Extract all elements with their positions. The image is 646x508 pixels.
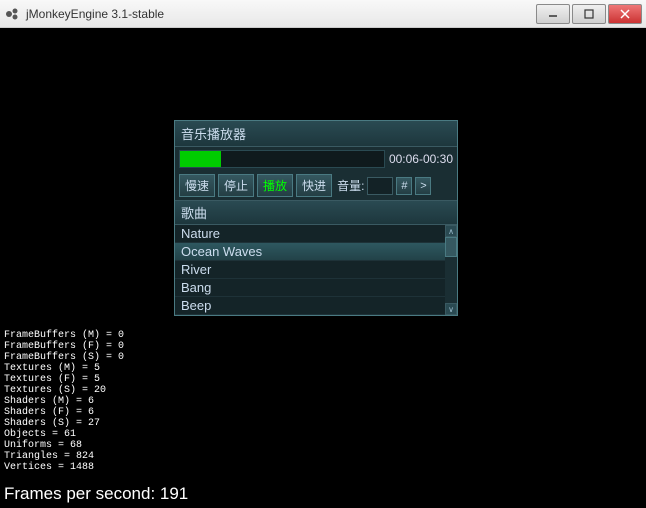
time-display: 00:06-00:30	[389, 152, 453, 166]
progress-fill	[180, 151, 221, 167]
window-buttons	[536, 4, 642, 24]
scroll-down-button[interactable]: ∨	[445, 303, 457, 315]
window-title: jMonkeyEngine 3.1-stable	[26, 7, 536, 21]
debug-stats: FrameBuffers (M) = 0 FrameBuffers (F) = …	[4, 330, 124, 473]
panel-title: 音乐播放器	[175, 121, 457, 147]
list-item[interactable]: Nature	[175, 225, 457, 243]
volume-label: 音量:	[337, 177, 364, 194]
stop-button[interactable]: 停止	[218, 174, 254, 197]
app-icon	[4, 6, 20, 22]
list-item[interactable]: Ocean Waves	[175, 243, 457, 261]
volume-input[interactable]	[367, 177, 393, 195]
progress-row: 00:06-00:30	[175, 147, 457, 171]
scroll-thumb[interactable]	[445, 237, 457, 257]
progress-bar[interactable]	[179, 150, 385, 168]
songs-title: 歌曲	[175, 200, 457, 225]
list-item[interactable]: Bang	[175, 279, 457, 297]
hash-button[interactable]: #	[396, 177, 412, 195]
scrollbar: ∧ ∨	[445, 225, 457, 315]
play-button[interactable]: 播放	[257, 174, 293, 197]
close-button[interactable]	[608, 4, 642, 24]
song-list: NatureOcean WavesRiverBangBeep ∧ ∨	[175, 225, 457, 315]
next-button[interactable]: >	[415, 177, 431, 195]
fast-button[interactable]: 快进	[296, 174, 332, 197]
list-item[interactable]: River	[175, 261, 457, 279]
minimize-button[interactable]	[536, 4, 570, 24]
scroll-up-button[interactable]: ∧	[445, 225, 457, 237]
controls-row: 慢速 停止 播放 快进 音量: # >	[175, 171, 457, 200]
viewport: 音乐播放器 00:06-00:30 慢速 停止 播放 快进 音量: # > 歌曲…	[0, 28, 646, 508]
music-player-panel: 音乐播放器 00:06-00:30 慢速 停止 播放 快进 音量: # > 歌曲…	[174, 120, 458, 316]
list-item[interactable]: Beep	[175, 297, 457, 315]
window-titlebar: jMonkeyEngine 3.1-stable	[0, 0, 646, 28]
fps-counter: Frames per second: 191	[4, 484, 188, 504]
maximize-button[interactable]	[572, 4, 606, 24]
slow-button[interactable]: 慢速	[179, 174, 215, 197]
